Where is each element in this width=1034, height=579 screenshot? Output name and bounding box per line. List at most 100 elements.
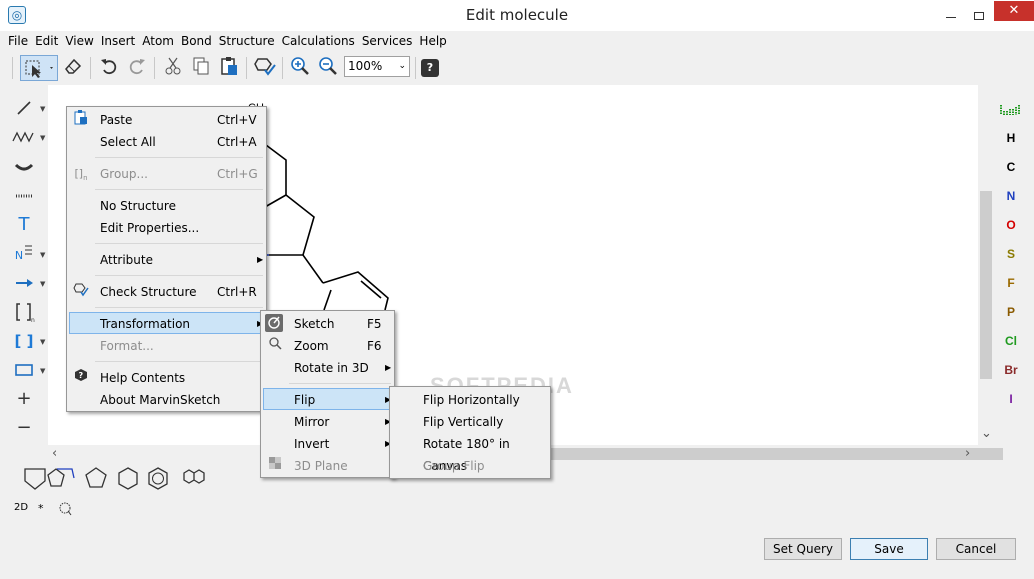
menu-item-no-structure[interactable]: No Structure xyxy=(69,195,264,217)
scroll-right-icon[interactable]: › xyxy=(965,446,970,462)
menu-item-mirror[interactable]: Mirror ▶ xyxy=(263,411,392,433)
dropdown-arrow-icon[interactable]: ▼ xyxy=(40,134,45,142)
check-structure-button[interactable] xyxy=(252,55,278,81)
cut-button[interactable] xyxy=(160,55,186,81)
menu-item-group[interactable]: []n Group... Ctrl+G xyxy=(69,163,264,185)
element-i-button[interactable]: I xyxy=(994,392,1028,406)
dropdown-arrow-icon[interactable]: ▼ xyxy=(40,280,45,288)
any-atom-tool[interactable]: * xyxy=(38,502,44,515)
zoom-in-button[interactable] xyxy=(287,55,313,81)
decrease-charge-tool[interactable]: − xyxy=(11,417,37,439)
single-bond-tool[interactable] xyxy=(11,97,37,119)
menu-services[interactable]: Services xyxy=(362,32,413,50)
reaction-arrow-tool[interactable] xyxy=(11,272,37,294)
element-c-button[interactable]: C xyxy=(994,160,1028,174)
query-atom-button[interactable] xyxy=(58,501,72,520)
vertical-scrollbar[interactable]: ⌄ xyxy=(978,85,994,445)
text-tool[interactable]: T xyxy=(11,214,37,236)
rectangle-icon xyxy=(15,364,33,376)
menu-item-rotate-3d[interactable]: Rotate in 3D ▶ xyxy=(263,357,392,379)
redo-button[interactable] xyxy=(124,55,150,81)
toolbar-separator xyxy=(246,57,247,79)
menu-item-invert[interactable]: Invert ▶ xyxy=(263,433,392,455)
group-bracket-tool[interactable]: n xyxy=(11,301,37,324)
element-br-button[interactable]: Br xyxy=(994,363,1028,377)
dropdown-arrow-icon[interactable]: ▼ xyxy=(40,338,45,346)
copy-button[interactable] xyxy=(188,55,214,81)
menu-item-label: Invert xyxy=(294,437,330,451)
increase-charge-tool[interactable]: + xyxy=(11,388,37,410)
atom-label-tool[interactable]: N xyxy=(11,243,37,265)
copy-icon xyxy=(193,57,209,75)
cancel-button[interactable]: Cancel xyxy=(936,538,1016,560)
menu-item-label: No Structure xyxy=(100,199,176,213)
scroll-left-icon[interactable]: ‹ xyxy=(52,446,57,462)
undo-button[interactable] xyxy=(96,55,122,81)
menu-item-help-contents[interactable]: ? Help Contents xyxy=(69,367,264,389)
menu-bond[interactable]: Bond xyxy=(181,32,212,50)
element-o-button[interactable]: O xyxy=(994,218,1028,232)
element-cl-button[interactable]: Cl xyxy=(994,334,1028,348)
scroll-down-icon[interactable]: ⌄ xyxy=(981,426,992,441)
menu-file[interactable]: File xyxy=(8,32,28,50)
curved-bond-tool[interactable] xyxy=(11,155,37,177)
element-n-button[interactable]: N xyxy=(994,189,1028,203)
left-tool-panel: ▼ ▼ T N ▼ ▼ n [ ] ▼ ▼ + − xyxy=(0,85,48,445)
shape-tool[interactable] xyxy=(11,359,37,381)
menu-item-format[interactable]: Format... xyxy=(69,335,264,357)
menu-item-select-all[interactable]: Select All Ctrl+A xyxy=(69,131,264,153)
bracket-tool[interactable]: [ ] xyxy=(11,330,37,352)
flip-submenu: Flip Horizontally Flip Vertically Rotate… xyxy=(389,386,551,479)
select-tool-button[interactable] xyxy=(20,55,58,81)
periodic-table-button[interactable] xyxy=(1000,103,1022,120)
menu-edit[interactable]: Edit xyxy=(35,32,58,50)
menu-item-zoom[interactable]: Zoom F6 xyxy=(263,335,392,357)
dropdown-arrow-icon[interactable]: ▼ xyxy=(40,251,45,259)
save-button[interactable]: Save xyxy=(850,538,928,560)
dropdown-arrow-icon[interactable]: ▼ xyxy=(40,105,45,113)
zoom-out-button[interactable] xyxy=(315,55,341,81)
menu-item-label: 3D Plane xyxy=(294,459,348,473)
close-button[interactable]: ✕ xyxy=(994,1,1034,21)
element-f-button[interactable]: F xyxy=(994,276,1028,290)
zoom-level-select[interactable]: 100% ⌄ xyxy=(344,56,410,77)
menu-item-transformation[interactable]: Transformation ▶ xyxy=(69,312,264,334)
element-h-button[interactable]: H xyxy=(994,131,1028,145)
menu-item-label: Group... xyxy=(100,167,148,181)
chain-tool[interactable] xyxy=(11,126,37,148)
menu-help[interactable]: Help xyxy=(419,32,446,50)
menu-item-sketch[interactable]: Sketch F5 xyxy=(263,313,392,335)
menu-item-group-flip[interactable]: Group Flip xyxy=(392,455,548,477)
menu-calculations[interactable]: Calculations xyxy=(282,32,355,50)
help-button[interactable]: ? xyxy=(421,59,439,77)
menu-view[interactable]: View xyxy=(65,32,93,50)
menu-item-flip[interactable]: Flip ▶ xyxy=(263,388,392,410)
menu-item-flip-vertically[interactable]: Flip Vertically xyxy=(392,411,548,433)
menu-insert[interactable]: Insert xyxy=(101,32,135,50)
menu-item-paste[interactable]: Paste Ctrl+V xyxy=(69,109,264,131)
menu-item-flip-horizontally[interactable]: Flip Horizontally xyxy=(392,389,548,411)
submenu-arrow-icon: ▶ xyxy=(385,363,392,372)
minimize-button[interactable] xyxy=(938,8,964,24)
dropdown-arrow-icon[interactable]: ▼ xyxy=(40,367,45,375)
eraser-button[interactable] xyxy=(60,55,86,81)
menu-item-3d-plane[interactable]: 3D Plane xyxy=(263,455,392,477)
dashed-bond-tool[interactable] xyxy=(11,184,37,206)
menu-atom[interactable]: Atom xyxy=(142,32,174,50)
vertical-scroll-thumb[interactable] xyxy=(980,191,992,379)
dimension-mode-toggle[interactable]: 2D xyxy=(14,502,28,513)
paste-button[interactable] xyxy=(216,55,242,81)
menu-item-check-structure[interactable]: Check Structure Ctrl+R xyxy=(69,281,264,303)
set-query-button[interactable]: Set Query xyxy=(764,538,842,560)
maximize-button[interactable] xyxy=(966,8,992,24)
menu-item-attribute[interactable]: Attribute ▶ xyxy=(69,249,264,271)
menu-item-rotate-180[interactable]: Rotate 180° in Canvas xyxy=(392,433,548,473)
menu-item-about[interactable]: About MarvinSketch xyxy=(69,389,264,411)
cyclohexane-ring-icon xyxy=(118,467,138,490)
sketch-icon xyxy=(265,314,283,332)
menu-item-edit-properties[interactable]: Edit Properties... xyxy=(69,217,264,239)
element-p-button[interactable]: P xyxy=(994,305,1028,319)
menu-structure[interactable]: Structure xyxy=(219,32,275,50)
menu-item-label: Sketch xyxy=(294,317,335,331)
element-s-button[interactable]: S xyxy=(994,247,1028,261)
